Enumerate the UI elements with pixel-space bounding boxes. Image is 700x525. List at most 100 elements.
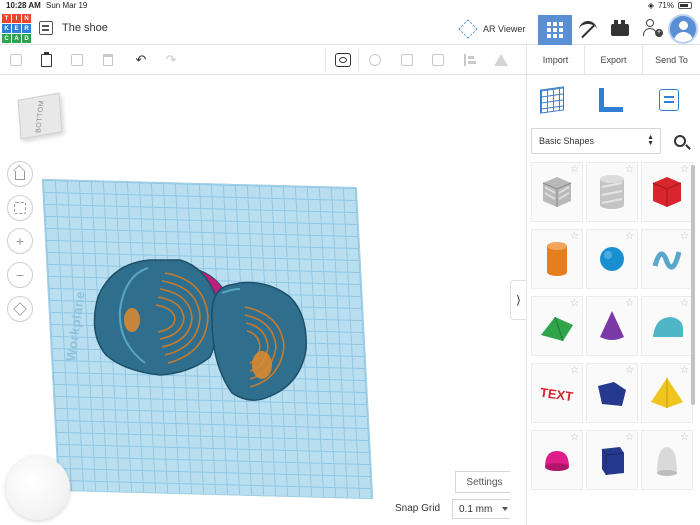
notes-toggle-icon[interactable] [334, 51, 352, 69]
shape-cylinder-striped[interactable]: ☆ [586, 162, 638, 222]
design-menu-icon[interactable] [39, 21, 53, 35]
shape-round-roof[interactable]: ☆ [641, 296, 693, 356]
logo-letter: E [12, 24, 21, 33]
group-icon[interactable] [398, 51, 416, 69]
favorite-star-icon[interactable]: ☆ [680, 298, 689, 309]
ungroup-icon[interactable] [429, 51, 447, 69]
logo-letter: I [12, 14, 21, 23]
shoe-model[interactable] [0, 75, 510, 525]
search-icon [674, 135, 686, 147]
3d-design-view-button[interactable] [538, 15, 572, 45]
logo-letter: C [2, 34, 11, 43]
document-title[interactable]: The shoe [62, 22, 108, 34]
shape-text[interactable]: ☆ TEXT [531, 363, 583, 423]
shape-sphere[interactable]: ☆ [586, 229, 638, 289]
undo-icon[interactable]: ↶ [132, 51, 150, 69]
ruler-icon [599, 88, 623, 112]
light-bulb-icon[interactable] [366, 51, 384, 69]
ruler-tool-tab[interactable] [596, 85, 626, 115]
blocks-view-button[interactable] [571, 15, 605, 45]
ar-viewer-label: AR Viewer [483, 24, 526, 34]
cylinder-striped-icon [600, 175, 624, 209]
mirror-icon[interactable] [492, 51, 510, 69]
ar-cube-icon [458, 19, 478, 39]
invite-user-icon[interactable]: + [643, 19, 663, 39]
logo-letter: K [2, 24, 11, 33]
paste-icon[interactable] [37, 51, 55, 69]
shape-cylinder[interactable]: ☆ [531, 229, 583, 289]
workplane-tool-tab[interactable] [537, 85, 567, 115]
snap-grid-select[interactable]: 0.1 mm [452, 499, 510, 519]
round-roof-icon [653, 317, 683, 337]
shape-box-striped[interactable]: ☆ [531, 162, 583, 222]
shape-pyramid[interactable]: ☆ [641, 363, 693, 423]
half-sphere-icon [545, 451, 569, 471]
battery-percent: 71% [657, 1, 674, 10]
settings-button[interactable]: Settings [455, 471, 510, 493]
redo-icon[interactable]: ↷ [162, 51, 180, 69]
send-to-button[interactable]: Send To [643, 45, 700, 74]
navigation-joystick[interactable] [6, 456, 70, 520]
status-bar: 10:28 AM Sun Mar 19 ◈ 71% [0, 0, 700, 12]
favorite-star-icon[interactable]: ☆ [680, 365, 689, 376]
snap-grid-label: Snap Grid [395, 503, 441, 514]
favorite-star-icon[interactable]: ☆ [625, 298, 634, 309]
pickaxe-icon [579, 21, 597, 39]
paraboloid-icon [657, 447, 677, 476]
status-right: ◈ 71% [648, 1, 692, 10]
avatar[interactable] [668, 14, 698, 44]
favorite-star-icon[interactable]: ☆ [570, 164, 579, 175]
bricks-view-button[interactable] [603, 15, 637, 45]
collapse-panel-tab[interactable]: ⟩ [510, 280, 526, 320]
shape-cone[interactable]: ☆ [586, 296, 638, 356]
logo-letter: R [22, 24, 31, 33]
copy-icon[interactable] [7, 51, 25, 69]
snap-grid-value: 0.1 mm [459, 503, 493, 515]
svg-text:TEXT: TEXT [539, 385, 574, 404]
cone-icon [600, 311, 624, 340]
shape-roof[interactable]: ☆ [531, 296, 583, 356]
favorite-star-icon[interactable]: ☆ [570, 231, 579, 242]
favorite-star-icon[interactable]: ☆ [625, 231, 634, 242]
favorite-star-icon[interactable]: ☆ [625, 432, 634, 443]
shape-search-button[interactable] [667, 128, 693, 154]
import-button[interactable]: Import [527, 45, 585, 74]
shape-hexagonal-prism[interactable]: ☆ [586, 430, 638, 490]
favorite-star-icon[interactable]: ☆ [625, 365, 634, 376]
box-striped-icon [542, 177, 572, 207]
workplane-viewport[interactable]: BOTTOM + − Workplane Settings Snap Grid … [0, 75, 510, 525]
favorite-star-icon[interactable]: ☆ [680, 164, 689, 175]
logo-letter: N [22, 14, 31, 23]
ar-viewer-button[interactable]: AR Viewer [458, 18, 526, 40]
shapes-panel: Basic Shapes ▲ ▼ ☆ ☆ ☆ ☆ ☆ ☆ ☆ ☆ ☆ ☆ TEXT ☆ ☆ ☆ ☆ ☆ [526, 75, 700, 525]
favorite-star-icon[interactable]: ☆ [570, 298, 579, 309]
favorite-star-icon[interactable]: ☆ [570, 365, 579, 376]
favorite-star-icon[interactable]: ☆ [625, 164, 634, 175]
align-icon[interactable] [461, 51, 479, 69]
chevron-right-icon: ⟩ [516, 293, 521, 307]
shape-box[interactable]: ☆ [641, 162, 693, 222]
favorite-star-icon[interactable]: ☆ [680, 231, 689, 242]
notes-tool-tab[interactable] [654, 85, 684, 115]
favorite-star-icon[interactable]: ☆ [680, 432, 689, 443]
hexagonal-prism-icon [601, 447, 625, 475]
tinkercad-logo[interactable]: TIN KER CAD [2, 14, 31, 43]
shape-half-sphere[interactable]: ☆ [531, 430, 583, 490]
text-icon: TEXT [539, 385, 574, 404]
sphere-icon [600, 247, 624, 271]
brick-icon [611, 20, 629, 36]
panel-scrollbar[interactable] [691, 165, 695, 405]
top-bar: TIN KER CAD The shoe AR Viewer + [0, 12, 700, 45]
shape-category-value: Basic Shapes [539, 136, 595, 146]
shape-paraboloid[interactable]: ☆ [641, 430, 693, 490]
duplicate-icon[interactable] [68, 51, 86, 69]
shape-polygon[interactable]: ☆ [586, 363, 638, 423]
favorite-star-icon[interactable]: ☆ [570, 432, 579, 443]
delete-icon[interactable] [99, 51, 117, 69]
wifi-icon: ◈ [647, 1, 654, 10]
shape-scribble[interactable]: ☆ [641, 229, 693, 289]
export-button[interactable]: Export [585, 45, 643, 74]
action-bar: Import Export Send To [526, 45, 700, 75]
box-icon [652, 177, 682, 207]
shape-category-select[interactable]: Basic Shapes ▲ ▼ [531, 128, 661, 154]
